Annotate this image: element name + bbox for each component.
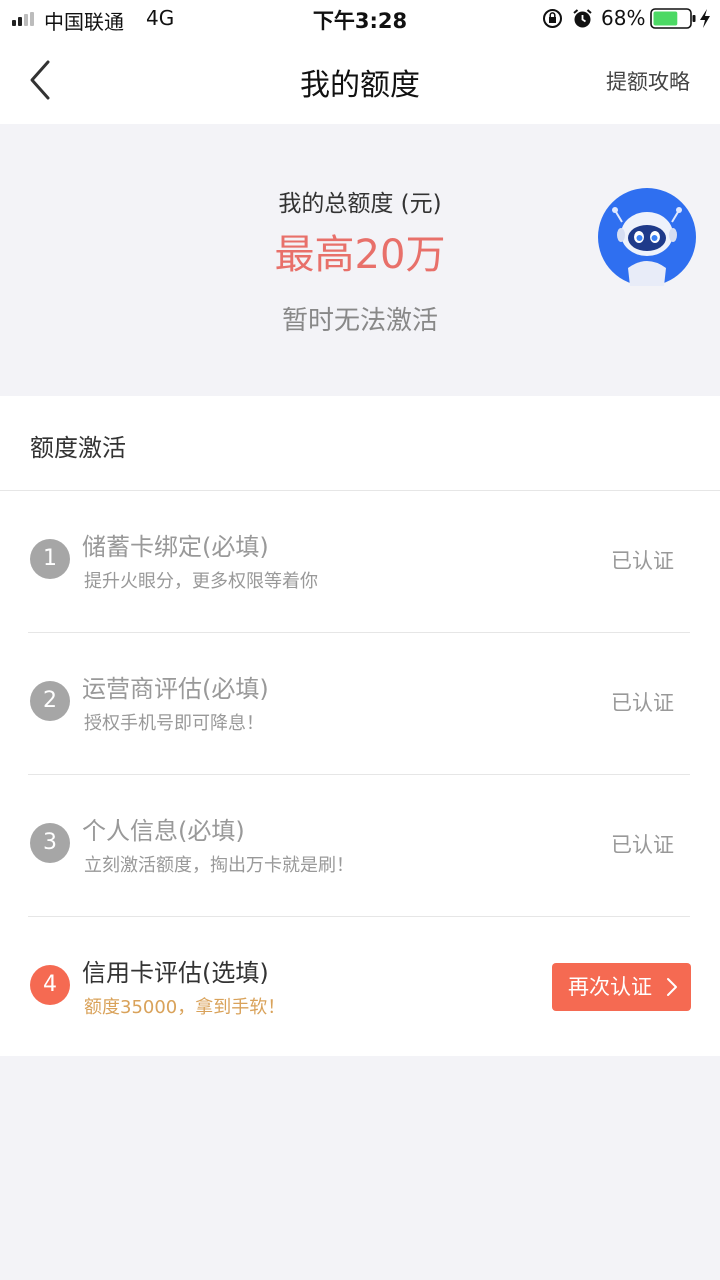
step-item-credit-card[interactable]: 4 信用卡评估(选填) 额度35000，拿到手软！ 再次认证	[0, 917, 720, 1059]
step-description: 额度35000，拿到手软！	[84, 997, 286, 1018]
step-description: 授权手机号即可降息！	[84, 713, 264, 734]
step-number-badge: 3	[30, 823, 70, 863]
step-title: 个人信息(必填)	[82, 817, 245, 845]
step-description: 提升火眼分，更多权限等着你	[84, 571, 318, 592]
section-title: 额度激活	[30, 434, 126, 462]
step-title: 信用卡评估(选填)	[82, 959, 269, 987]
raise-limit-tips-link[interactable]: 提额攻略	[606, 66, 690, 96]
activation-status: 暂时无法激活	[281, 306, 438, 336]
step-number-badge: 4	[30, 965, 70, 1005]
orientation-lock-icon	[543, 9, 562, 28]
step-item-personal-info[interactable]: 3 个人信息(必填) 立刻激活额度，掏出万卡就是刷！ 已认证	[0, 775, 720, 917]
step-status: 已认证	[611, 549, 674, 573]
nav-bar: 我的额度 提额攻略	[0, 36, 720, 124]
step-description: 立刻激活额度，掏出万卡就是刷！	[84, 855, 354, 876]
robot-avatar-icon	[598, 188, 696, 286]
reverify-button[interactable]: 再次认证	[552, 963, 691, 1011]
charging-icon	[700, 9, 710, 28]
status-bar: 中国联通 4G 下午3:28 68%	[0, 0, 720, 36]
chevron-right-icon	[667, 978, 677, 996]
step-status: 已认证	[611, 833, 674, 857]
step-title: 储蓄卡绑定(必填)	[82, 533, 269, 561]
step-status: 已认证	[611, 691, 674, 715]
alarm-icon	[573, 9, 592, 28]
step-item-carrier[interactable]: 2 运营商评估(必填) 授权手机号即可降息！ 已认证	[0, 633, 720, 775]
battery-icon	[650, 8, 696, 29]
step-title: 运营商评估(必填)	[82, 675, 269, 703]
battery-percent: 68%	[601, 6, 646, 30]
step-number-badge: 1	[30, 539, 70, 579]
credit-summary: 我的总额度 (元) 最高20万 暂时无法激活	[0, 124, 720, 396]
step-number-badge: 2	[30, 681, 70, 721]
reverify-button-label: 再次认证	[568, 975, 652, 999]
activation-panel: 额度激活 1 储蓄卡绑定(必填) 提升火眼分，更多权限等着你 已认证 2 运营商…	[0, 396, 720, 1056]
step-item-debit-card[interactable]: 1 储蓄卡绑定(必填) 提升火眼分，更多权限等着你 已认证	[0, 491, 720, 633]
